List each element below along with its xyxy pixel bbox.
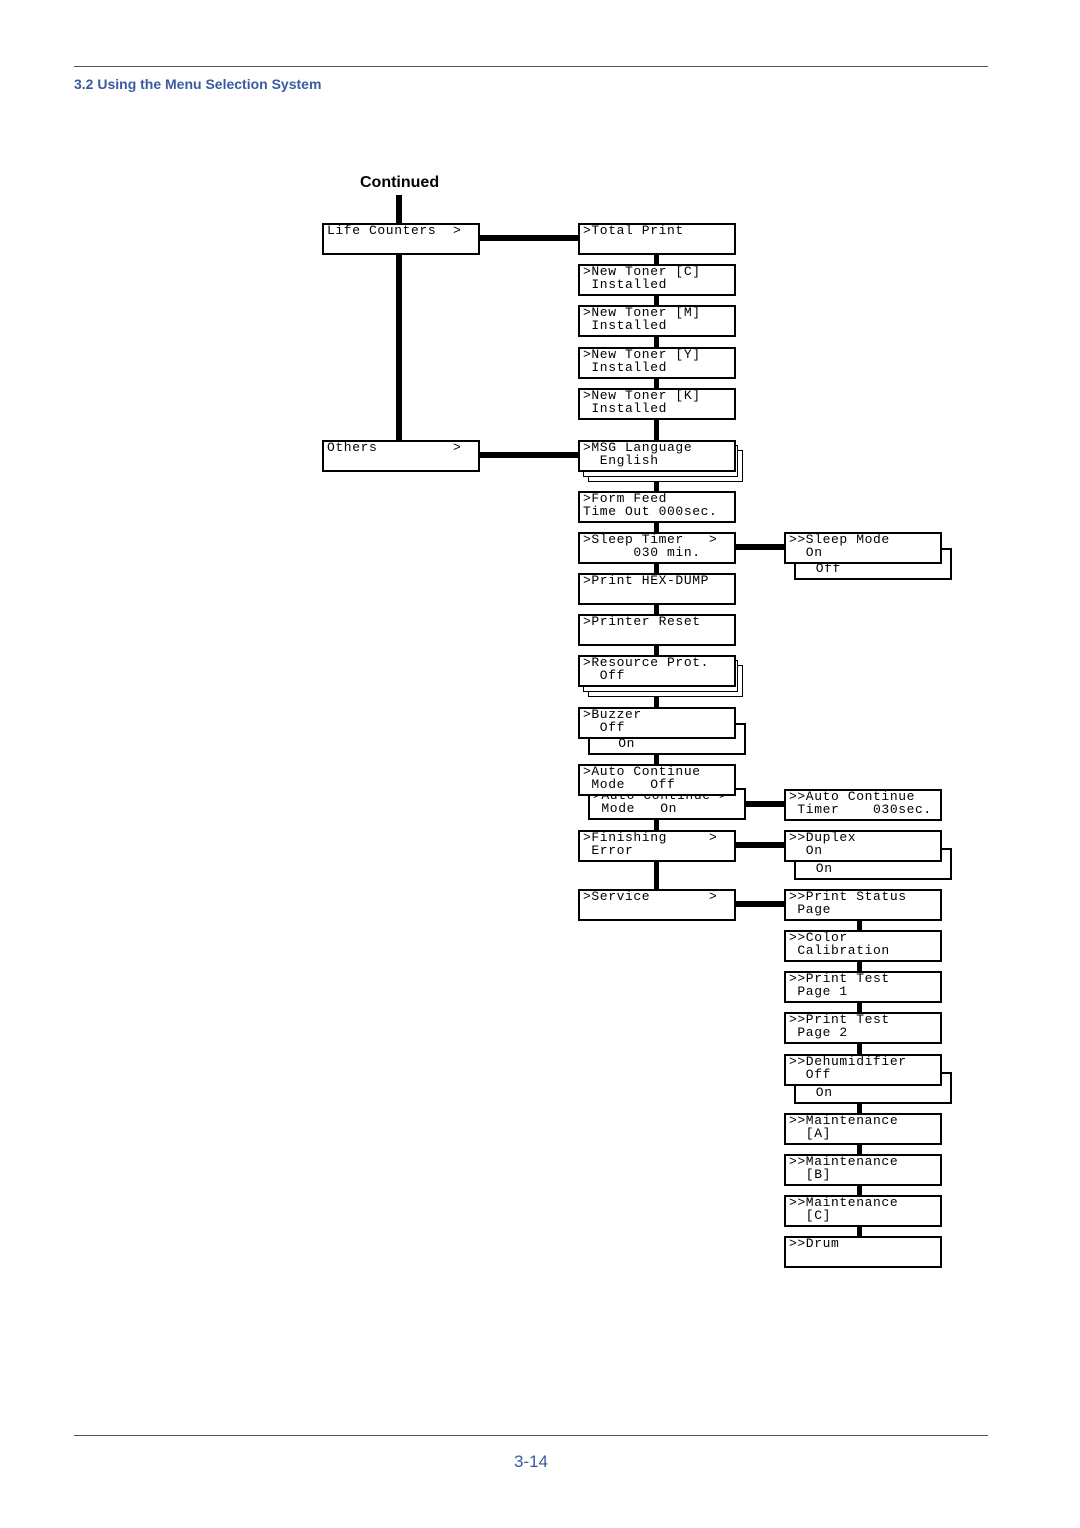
menu-box-line: Others > <box>327 440 462 455</box>
connector-line <box>477 235 578 241</box>
page-number: 3-14 <box>513 1452 549 1471</box>
menu-box-line: Off <box>789 1066 832 1082</box>
menu-box-msg: >MSG Language English <box>578 440 736 472</box>
menu-box-fin: >Finishing > Error <box>578 830 736 862</box>
menu-box-pt1: >>Print Test Page 1 <box>784 971 942 1003</box>
footer-rule <box>74 1435 988 1436</box>
menu-box-others: Others > <box>322 440 480 472</box>
menu-box-dh: >>Dehumidifier Off <box>784 1054 942 1086</box>
menu-box-line: Error <box>583 842 634 858</box>
menu-box-auto: >Auto Continue Mode Off <box>578 764 736 796</box>
menu-box-ps: >>Print Status Page <box>784 889 942 921</box>
menu-box-sleep: >Sleep Timer > 030 min. <box>578 532 736 564</box>
menu-box-dup: >>Duplex On <box>784 830 942 862</box>
menu-box-ty: >New Toner [Y] Installed <box>578 347 736 379</box>
menu-box-line: Life Counters > <box>327 223 462 238</box>
menu-box-line: Page <box>789 901 832 917</box>
menu-box-res: >Resource Prot. Off <box>578 655 736 687</box>
menu-box-mb: >>Maintenance [B] <box>784 1154 942 1186</box>
menu-box-hex: >Print HEX-DUMP <box>578 573 736 605</box>
menu-box-line: Page 2 <box>789 1024 848 1040</box>
menu-box-line: >Printer Reset <box>583 614 701 629</box>
header-rule <box>74 66 988 67</box>
menu-box-tk: >New Toner [K] Installed <box>578 388 736 420</box>
menu-box-line: Installed <box>583 400 668 416</box>
menu-box-pt2: >>Print Test Page 2 <box>784 1012 942 1044</box>
menu-box-line: [B] <box>789 1166 832 1182</box>
menu-box-cc: >>Color Calibration <box>784 930 942 962</box>
menu-box-life: Life Counters > <box>322 223 480 255</box>
menu-box-ma: >>Maintenance [A] <box>784 1113 942 1145</box>
menu-box-line: Page 1 <box>789 983 848 999</box>
menu-box-line: Off <box>583 719 626 735</box>
connector-line <box>477 452 578 458</box>
continued-label: Continued <box>360 174 440 191</box>
menu-box-line: Mode On <box>593 800 678 816</box>
menu-box-line: >>Drum <box>789 1236 840 1251</box>
connector-line <box>733 842 784 848</box>
menu-box-line: Mode Off <box>583 776 676 792</box>
connector-line <box>733 544 784 550</box>
menu-box-line: Installed <box>583 359 668 375</box>
menu-box-buzz: >Buzzer Off <box>578 707 736 739</box>
menu-box-line: On <box>789 842 823 858</box>
menu-box-line: On <box>799 1084 833 1100</box>
menu-box-line: On <box>789 544 823 560</box>
menu-box-line: On <box>593 735 636 751</box>
menu-box-ff: >Form Feed Time Out 000sec. <box>578 491 736 523</box>
menu-box-line: 030 min. <box>583 544 701 560</box>
menu-box-line: Off <box>799 560 842 576</box>
menu-box-line: Calibration <box>789 942 890 958</box>
menu-box-total: >Total Print <box>578 223 736 255</box>
menu-box-sm: >>Sleep Mode On <box>784 532 942 564</box>
menu-box-drum: >>Drum <box>784 1236 942 1268</box>
menu-box-line: [A] <box>789 1125 832 1141</box>
menu-box-tm: >New Toner [M] Installed <box>578 305 736 337</box>
menu-box-line: >Total Print <box>583 223 684 238</box>
menu-box-line: >Print HEX-DUMP <box>583 573 710 588</box>
menu-box-line: Time Out 000sec. <box>583 503 718 519</box>
menu-box-line: [C] <box>789 1207 832 1223</box>
menu-box-line: Off <box>583 667 626 683</box>
menu-box-reset: >Printer Reset <box>578 614 736 646</box>
menu-box-act: >>Auto Continue Timer 030sec. <box>784 789 942 821</box>
menu-box-line: On <box>799 860 833 876</box>
connector-line <box>733 901 784 907</box>
menu-box-svc: >Service > <box>578 889 736 921</box>
menu-box-line: Installed <box>583 317 668 333</box>
section-title: 3.2 Using the Menu Selection System <box>74 76 322 92</box>
menu-box-line: Timer 030sec. <box>789 801 932 817</box>
menu-box-tc: >New Toner [C] Installed <box>578 264 736 296</box>
menu-box-line: >Service > <box>583 889 718 904</box>
menu-box-line: Installed <box>583 276 668 292</box>
menu-box-mc: >>Maintenance [C] <box>784 1195 942 1227</box>
menu-box-line: English <box>583 452 659 468</box>
